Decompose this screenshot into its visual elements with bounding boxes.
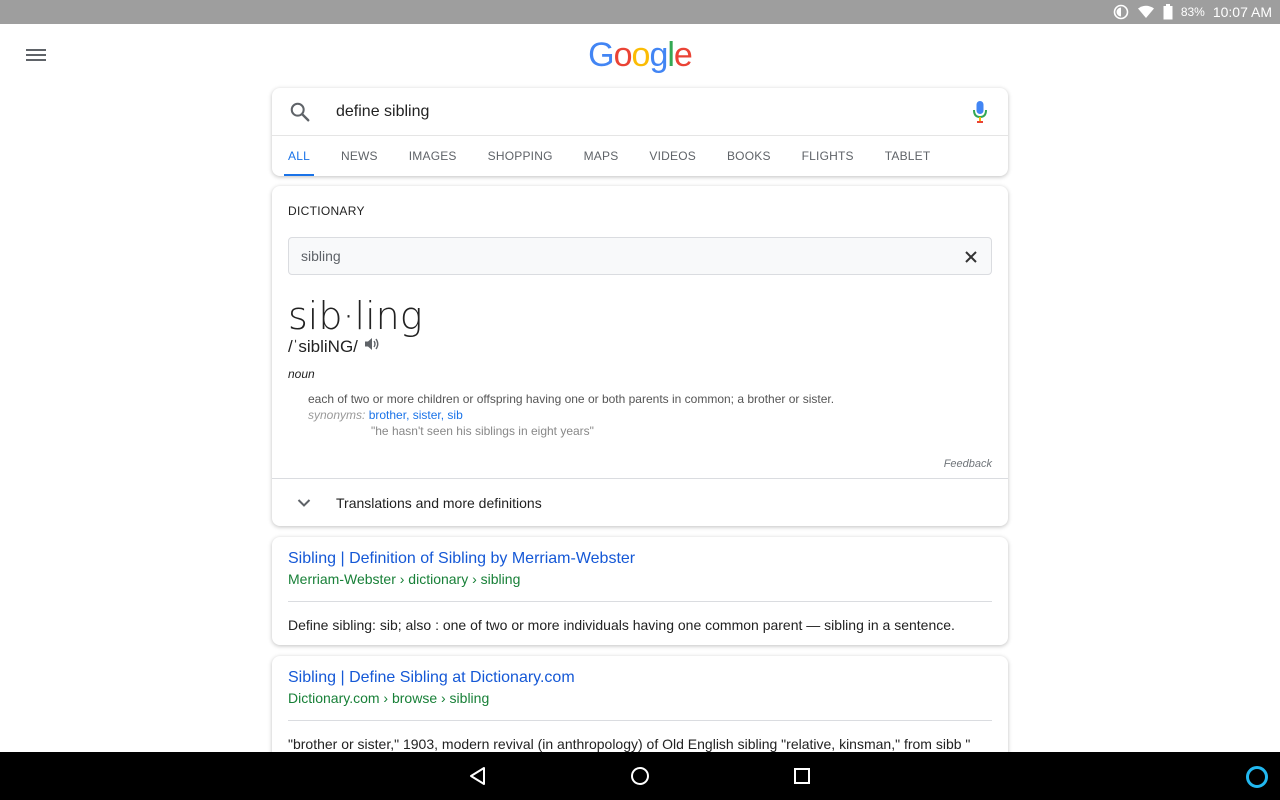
search-bar: define sibling [272,88,1008,136]
search-card: define sibling ALL NEWS IMAGES SHOPPING MAPS… [272,88,1008,176]
navigation-bar [0,752,1280,800]
synonyms-label: synonyms: [308,408,366,422]
tab-all[interactable]: ALL [284,136,314,176]
result-url[interactable]: Dictionary.com › browse › sibling [288,690,489,706]
search-icon[interactable] [272,101,328,123]
more-definitions-label: Translations and more definitions [336,494,542,511]
search-result: Sibling | Definition of Sibling by Merri… [272,537,1008,645]
logo-letter: o [613,36,633,74]
status-bar: 83% 10:07 AM [0,0,1280,24]
feedback-link[interactable]: Feedback [944,458,992,470]
result-url[interactable]: Merriam-Webster › dictionary › sibling [288,571,520,587]
logo-letter: G [588,36,614,74]
search-tabs: ALL NEWS IMAGES SHOPPING MAPS VIDEOS BOOKS FLIG… [272,136,1008,176]
chevron-down-icon [272,498,336,508]
synonym-link[interactable]: sister [413,408,441,422]
synonym-link[interactable]: sib [447,408,462,422]
divider [288,720,992,721]
home-icon[interactable] [628,764,652,788]
microphone-icon[interactable] [952,100,1008,124]
back-icon[interactable] [466,764,490,788]
tab-tablet[interactable]: TABLET [885,136,931,176]
tab-images[interactable]: IMAGES [409,136,457,176]
search-result: Sibling | Define Sibling at Dictionary.c… [272,656,1008,764]
result-title-link[interactable]: Sibling | Definition of Sibling by Merri… [288,550,635,568]
recents-icon[interactable] [790,764,814,788]
phonetic-text: /ˈsibliNG/ [288,336,358,356]
definition-text: each of two or more children or offsprin… [308,392,835,406]
search-input[interactable]: define sibling [328,103,952,121]
dictionary-heading: DICTIONARY [288,204,365,218]
close-icon[interactable] [961,247,981,267]
synonyms-line: synonyms: brother, sister, sib [308,408,463,422]
tab-books[interactable]: BOOKS [727,136,771,176]
example-sentence: "he hasn't seen his siblings in eight ye… [371,424,594,438]
assistant-icon[interactable] [1246,766,1268,788]
part-of-speech: noun [288,367,315,381]
pronunciation: /ˈsibliNG/ [288,336,380,357]
dictionary-input[interactable]: sibling [288,237,992,275]
do-not-disturb-icon [1113,4,1129,20]
divider [288,601,992,602]
battery-icon [1163,4,1173,20]
tab-maps[interactable]: MAPS [584,136,619,176]
logo-letter: g [649,36,668,74]
dictionary-card: DICTIONARY sibling sib·ling /ˈsibliNG/ n… [272,186,1008,526]
google-logo[interactable]: Google [0,36,1280,75]
tab-videos[interactable]: VIDEOS [649,136,696,176]
result-snippet: "brother or sister," 1903, modern reviva… [288,736,971,752]
clock: 10:07 AM [1212,4,1272,20]
tab-news[interactable]: NEWS [341,136,378,176]
result-title-link[interactable]: Sibling | Define Sibling at Dictionary.c… [288,669,575,687]
battery-percent: 83% [1180,5,1205,19]
tab-shopping[interactable]: SHOPPING [488,136,553,176]
logo-letter: e [673,36,693,74]
speaker-icon[interactable] [364,336,380,357]
tab-flights[interactable]: FLIGHTS [802,136,854,176]
more-definitions-toggle[interactable]: Translations and more definitions [272,479,1008,526]
synonym-link[interactable]: brother [369,408,406,422]
wifi-icon [1137,5,1155,19]
headword: sib·ling [288,294,423,338]
dictionary-input-value: sibling [301,248,341,264]
result-snippet: Define sibling: sib; also : one of two o… [288,617,955,633]
logo-letter: o [631,36,651,74]
